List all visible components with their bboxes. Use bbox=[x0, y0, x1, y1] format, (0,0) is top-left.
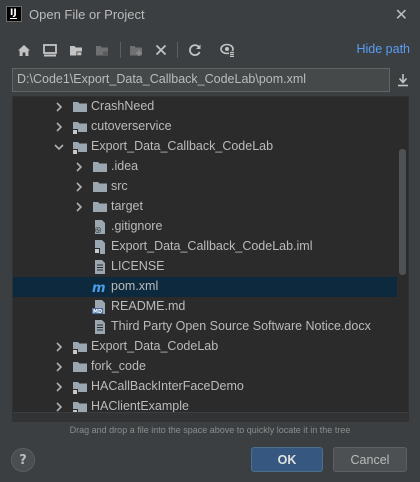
title-bar: IJ Open File or Project ✕ bbox=[0, 0, 420, 30]
tree-row[interactable]: fork_code bbox=[13, 357, 397, 377]
module-folder-icon bbox=[72, 379, 88, 395]
project-folder-icon[interactable] bbox=[66, 40, 86, 60]
folder-icon bbox=[72, 99, 88, 115]
module-folder-icon[interactable] bbox=[92, 40, 112, 60]
tree-row-label: README.md bbox=[111, 299, 186, 313]
tree-row-label: src bbox=[111, 179, 128, 193]
home-icon[interactable] bbox=[14, 40, 34, 60]
chevron-right-icon[interactable] bbox=[74, 162, 84, 172]
tree-row-label: target bbox=[111, 199, 143, 213]
tree-row[interactable]: target bbox=[13, 197, 397, 217]
window-title: Open File or Project bbox=[29, 7, 145, 22]
chevron-down-icon[interactable] bbox=[54, 142, 64, 152]
refresh-icon[interactable] bbox=[185, 40, 205, 60]
chevron-right-icon[interactable] bbox=[54, 402, 64, 412]
tree-row-label: fork_code bbox=[91, 359, 146, 373]
tree-row-label: LICENSE bbox=[111, 259, 165, 273]
hide-path-link[interactable]: Hide path bbox=[356, 42, 410, 56]
toolbar-separator bbox=[120, 42, 121, 58]
tree-row[interactable]: Export_Data_CodeLab bbox=[13, 337, 397, 357]
toolbar: Hide path bbox=[0, 36, 420, 64]
chevron-right-icon[interactable] bbox=[54, 382, 64, 392]
folder-icon bbox=[92, 179, 108, 195]
folder-icon bbox=[92, 199, 108, 215]
tree-row[interactable]: Export_Data_Callback_CodeLab bbox=[13, 137, 397, 157]
delete-icon[interactable] bbox=[151, 40, 171, 60]
cancel-button[interactable]: Cancel bbox=[333, 447, 407, 472]
module-folder-icon bbox=[72, 119, 88, 135]
module-folder-icon bbox=[72, 139, 88, 155]
tree-row-label: Export_Data_CodeLab bbox=[91, 339, 219, 353]
tree-row-label: CrashNeed bbox=[91, 99, 155, 113]
download-icon[interactable] bbox=[394, 70, 412, 90]
chevron-right-icon[interactable] bbox=[74, 202, 84, 212]
svg-text:m: m bbox=[92, 281, 106, 295]
vertical-scrollbar[interactable] bbox=[399, 149, 406, 275]
tree-row-label: pom.xml bbox=[111, 279, 159, 293]
tree-row-label: cutoverservice bbox=[91, 119, 172, 133]
tree-row-label: .gitignore bbox=[111, 219, 163, 233]
tree-row-label: HACallBackInterFaceDemo bbox=[91, 379, 244, 393]
tree-row[interactable]: src bbox=[13, 177, 397, 197]
text-file-icon bbox=[92, 319, 108, 335]
tree-row-label: Third Party Open Source Software Notice.… bbox=[111, 319, 371, 333]
module-folder-icon bbox=[72, 339, 88, 355]
path-input[interactable]: D:\Code1\Export_Data_Callback_CodeLab\po… bbox=[12, 68, 390, 92]
tree-row-label: .idea bbox=[111, 159, 139, 173]
desktop-icon[interactable] bbox=[40, 40, 60, 60]
chevron-right-icon[interactable] bbox=[54, 122, 64, 132]
chevron-right-icon[interactable] bbox=[54, 342, 64, 352]
help-button[interactable]: ? bbox=[11, 448, 35, 472]
horizontal-scrollbar[interactable] bbox=[13, 412, 408, 421]
tree-row-label: Export_Data_Callback_CodeLab bbox=[91, 139, 274, 153]
chevron-right-icon[interactable] bbox=[54, 362, 64, 372]
folder-icon bbox=[72, 359, 88, 375]
tree-row[interactable]: m pom.xml bbox=[13, 277, 397, 297]
iml-file-icon bbox=[92, 239, 108, 255]
tree-row[interactable]: Third Party Open Source Software Notice.… bbox=[13, 317, 397, 337]
markdown-file-icon: MD bbox=[92, 299, 108, 315]
folder-icon bbox=[92, 159, 108, 175]
show-hidden-icon[interactable] bbox=[218, 40, 238, 60]
tree-row[interactable]: cutoverservice bbox=[13, 117, 397, 137]
tree-row[interactable]: Export_Data_Callback_CodeLab.iml bbox=[13, 237, 397, 257]
chevron-right-icon[interactable] bbox=[54, 102, 64, 112]
new-folder-icon[interactable] bbox=[126, 40, 146, 60]
tree-row[interactable]: HACallBackInterFaceDemo bbox=[13, 377, 397, 397]
tree-row[interactable]: .gitignore bbox=[13, 217, 397, 237]
tree-row-label: Export_Data_Callback_CodeLab.iml bbox=[111, 239, 313, 253]
drag-drop-hint: Drag and drop a file into the space abov… bbox=[69, 425, 351, 435]
svg-text:MD: MD bbox=[93, 309, 102, 315]
tree-row[interactable]: MD README.md bbox=[13, 297, 397, 317]
toolbar-separator bbox=[177, 42, 178, 58]
tree-row[interactable]: CrashNeed bbox=[13, 97, 397, 117]
file-tree[interactable]: HAClientExample HACallBackInterFaceDemo fo… bbox=[12, 96, 409, 422]
tree-row[interactable]: .idea bbox=[13, 157, 397, 177]
tree-row-label: HAClientExample bbox=[91, 399, 189, 413]
gitignore-file-icon bbox=[92, 219, 108, 235]
maven-file-icon: m bbox=[92, 279, 108, 296]
text-file-icon bbox=[92, 259, 108, 275]
chevron-right-icon[interactable] bbox=[74, 182, 84, 192]
intellij-logo-icon: IJ bbox=[6, 6, 22, 22]
close-icon[interactable]: ✕ bbox=[395, 5, 408, 24]
ok-button[interactable]: OK bbox=[251, 447, 323, 472]
tree-row[interactable]: LICENSE bbox=[13, 257, 397, 277]
